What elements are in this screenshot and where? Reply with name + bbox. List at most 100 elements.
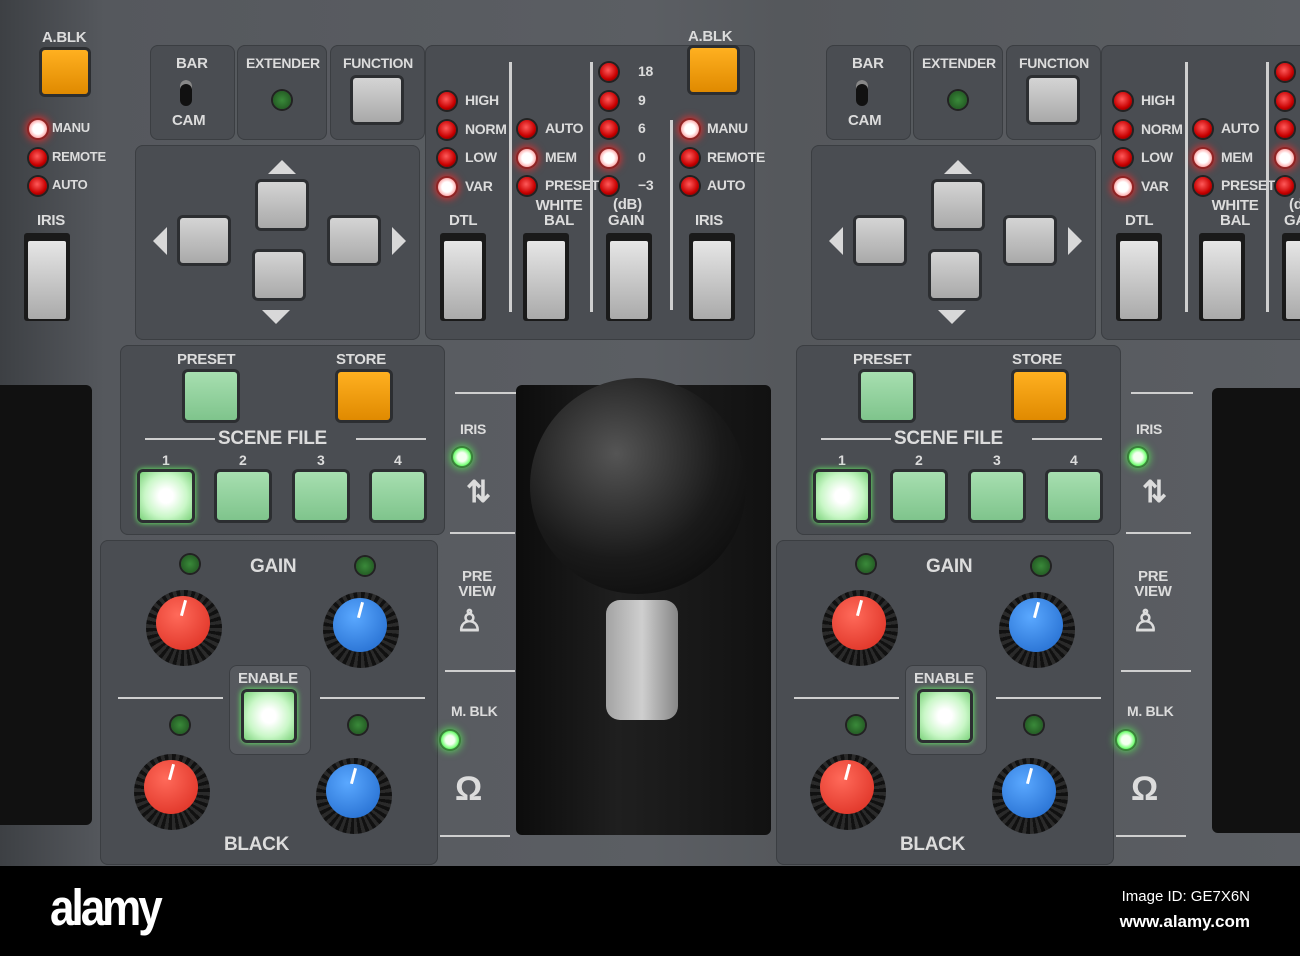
extender-label: EXTENDER [922,55,996,71]
left-button[interactable] [180,218,228,263]
scene-button-1[interactable] [140,472,192,520]
up-down-arrows-icon: ⇅ [1142,476,1167,509]
white_bal-label-0: AUTO [545,120,584,136]
left-a-blk-button[interactable] [42,50,88,94]
a-blk-label: A.BLK [688,28,733,45]
black-right-led [349,716,367,734]
enable-label: ENABLE [914,670,974,687]
divider [1126,532,1191,534]
scene-button-3[interactable] [295,472,347,520]
bar-cam-toggle[interactable] [856,80,868,106]
scene-file-label: SCENE FILE [894,428,1003,449]
image-id: Image ID: GE7X6N [1121,888,1250,905]
black-blue-knob[interactable] [992,758,1068,834]
dtl-switch[interactable] [440,233,486,321]
gain-red-knob[interactable] [822,590,898,666]
white-bal-switch[interactable] [523,233,569,321]
function-label: FUNCTION [343,55,413,71]
switch-cap [1286,241,1300,319]
gain-label: GAIN [250,556,297,577]
black-label: BLACK [224,834,289,855]
left-iris-title: IRIS [37,212,65,229]
enable-button[interactable] [244,692,294,740]
gain-switch[interactable] [1282,233,1300,321]
black-label: BLACK [900,834,965,855]
black-blue-knob[interactable] [316,758,392,834]
function-button[interactable] [353,78,401,122]
bar-label: BAR [852,55,884,72]
dtl-switch[interactable] [1116,233,1162,321]
gain-label: GAIN [926,556,973,577]
dtl-title: DTL [449,212,478,229]
preset-button[interactable] [861,372,913,420]
bar-label: BAR [176,55,208,72]
white_bal-label-1: MEM [1221,148,1253,165]
switch-cap [527,241,565,319]
scene-number: 1 [838,452,846,468]
up-button[interactable] [258,182,306,228]
white-bal-switch[interactable] [1199,233,1245,321]
arrow-down-icon [938,310,966,324]
left-iris-led-2 [29,177,47,195]
left-iris-switch[interactable] [24,233,70,321]
joystick-shaft[interactable] [606,600,678,720]
joystick-ball[interactable] [530,378,746,594]
down-button[interactable] [931,252,979,298]
watermark-bar: alamy Image ID: GE7X6N www.alamy.com [0,866,1300,956]
scene-number: 2 [239,452,247,468]
preview-label: PRE VIEW [458,568,496,600]
store-button[interactable] [338,372,390,420]
white_bal-led-1 [518,148,536,167]
dtl-led-0 [1114,92,1132,110]
scene-button-1[interactable] [816,472,868,520]
iris-switch[interactable] [689,233,735,321]
camera-control-panel: BAR CAM EXTENDER FUNCTION HIGH NORM LOW VAR AUTO… [0,0,1300,866]
switch-cap [1203,241,1241,319]
black-red-knob[interactable] [810,754,886,830]
iris-label-1: REMOTE [707,148,766,165]
left-button[interactable] [856,218,904,263]
knob-cap [820,760,874,814]
divider [445,670,515,672]
dtl-label-3: VAR [465,177,493,194]
scene-line [145,438,215,440]
gain-red-knob[interactable] [146,590,222,666]
preset-label: PRESET [177,351,236,368]
bar-cam-toggle[interactable] [180,80,192,106]
scene-button-2[interactable] [893,472,945,520]
switch-cap [693,241,731,319]
m-blk-led [441,731,459,749]
scene-button-4[interactable] [1048,472,1100,520]
gain-led-1 [1276,91,1294,110]
scene-button-2[interactable] [217,472,269,520]
divider [1266,62,1269,312]
preset-button[interactable] [185,372,237,420]
gain-led-4 [600,177,618,195]
function-button[interactable] [1029,78,1077,122]
switch-cap [1120,241,1158,319]
a-blk-button[interactable] [690,48,737,92]
divider [1131,392,1193,394]
side-iris-label: IRIS [460,421,487,437]
function-label: FUNCTION [1019,55,1089,71]
up-button[interactable] [934,182,982,228]
black-red-knob[interactable] [134,754,210,830]
gain-led-0 [1276,63,1294,81]
down-button[interactable] [255,252,303,298]
dtl-led-3 [438,177,456,196]
dtl-led-0 [438,92,456,110]
headphone-icon: Ω [1131,770,1158,808]
knob-cap [333,598,387,652]
right-button[interactable] [1006,218,1054,263]
gain-right-led [356,557,374,575]
enable-button[interactable] [920,692,970,740]
right-button[interactable] [330,218,378,263]
gain-switch[interactable] [606,233,652,321]
store-label: STORE [336,351,386,368]
preset-label: PRESET [853,351,912,368]
gain-blue-knob[interactable] [999,592,1075,668]
scene-button-4[interactable] [372,472,424,520]
gain-blue-knob[interactable] [323,592,399,668]
store-button[interactable] [1014,372,1066,420]
scene-button-3[interactable] [971,472,1023,520]
